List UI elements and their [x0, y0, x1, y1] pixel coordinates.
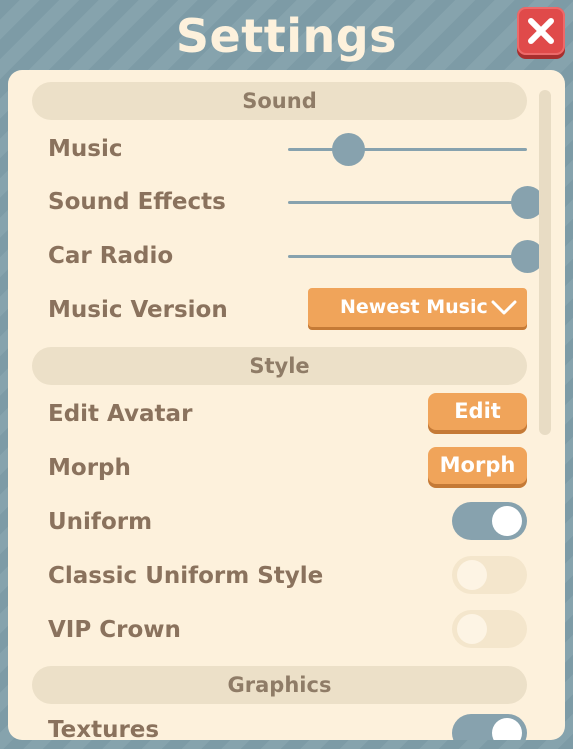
edit-avatar-label: Edit Avatar	[48, 401, 193, 427]
close-button[interactable]	[517, 7, 565, 55]
scrollbar-thumb[interactable]	[539, 90, 551, 435]
music-label: Music	[48, 136, 123, 162]
vip-crown-toggle-knob	[457, 614, 487, 644]
chevron-down-icon	[491, 300, 517, 315]
uniform-toggle-knob	[492, 506, 522, 536]
morph-button[interactable]: Morph	[428, 447, 527, 484]
music-version-label: Music Version	[48, 297, 228, 323]
sound-effects-slider[interactable]	[288, 186, 544, 219]
section-header-style: Style	[32, 347, 527, 385]
settings-panel: Sound Music Sound Effects Car Radio Musi…	[8, 70, 565, 740]
close-x-icon	[528, 18, 554, 44]
car-radio-slider[interactable]	[288, 240, 544, 273]
textures-toggle[interactable]	[452, 714, 527, 740]
classic-uniform-style-toggle[interactable]	[452, 556, 527, 594]
vip-crown-label: VIP Crown	[48, 617, 181, 643]
music-version-selected: Newest Music	[340, 296, 488, 318]
morph-label: Morph	[48, 455, 131, 481]
section-header-graphics: Graphics	[32, 666, 527, 704]
music-slider-knob[interactable]	[331, 133, 365, 166]
textures-label: Textures	[48, 717, 160, 740]
edit-avatar-button[interactable]: Edit	[428, 393, 527, 430]
music-slider[interactable]	[288, 133, 527, 166]
settings-title: Settings	[175, 9, 398, 63]
sound-effects-label: Sound Effects	[48, 189, 226, 215]
scrollbar[interactable]	[539, 90, 551, 730]
uniform-toggle[interactable]	[452, 502, 527, 540]
classic-uniform-style-toggle-knob	[457, 560, 487, 590]
section-header-sound: Sound	[32, 82, 527, 120]
textures-toggle-knob	[492, 718, 522, 740]
settings-scroll-area[interactable]: Sound Music Sound Effects Car Radio Musi…	[8, 70, 565, 740]
classic-uniform-style-label: Classic Uniform Style	[48, 563, 324, 589]
music-version-dropdown[interactable]: Newest Music	[308, 288, 527, 327]
uniform-label: Uniform	[48, 509, 153, 535]
vip-crown-toggle[interactable]	[452, 610, 527, 648]
car-radio-label: Car Radio	[48, 243, 174, 269]
